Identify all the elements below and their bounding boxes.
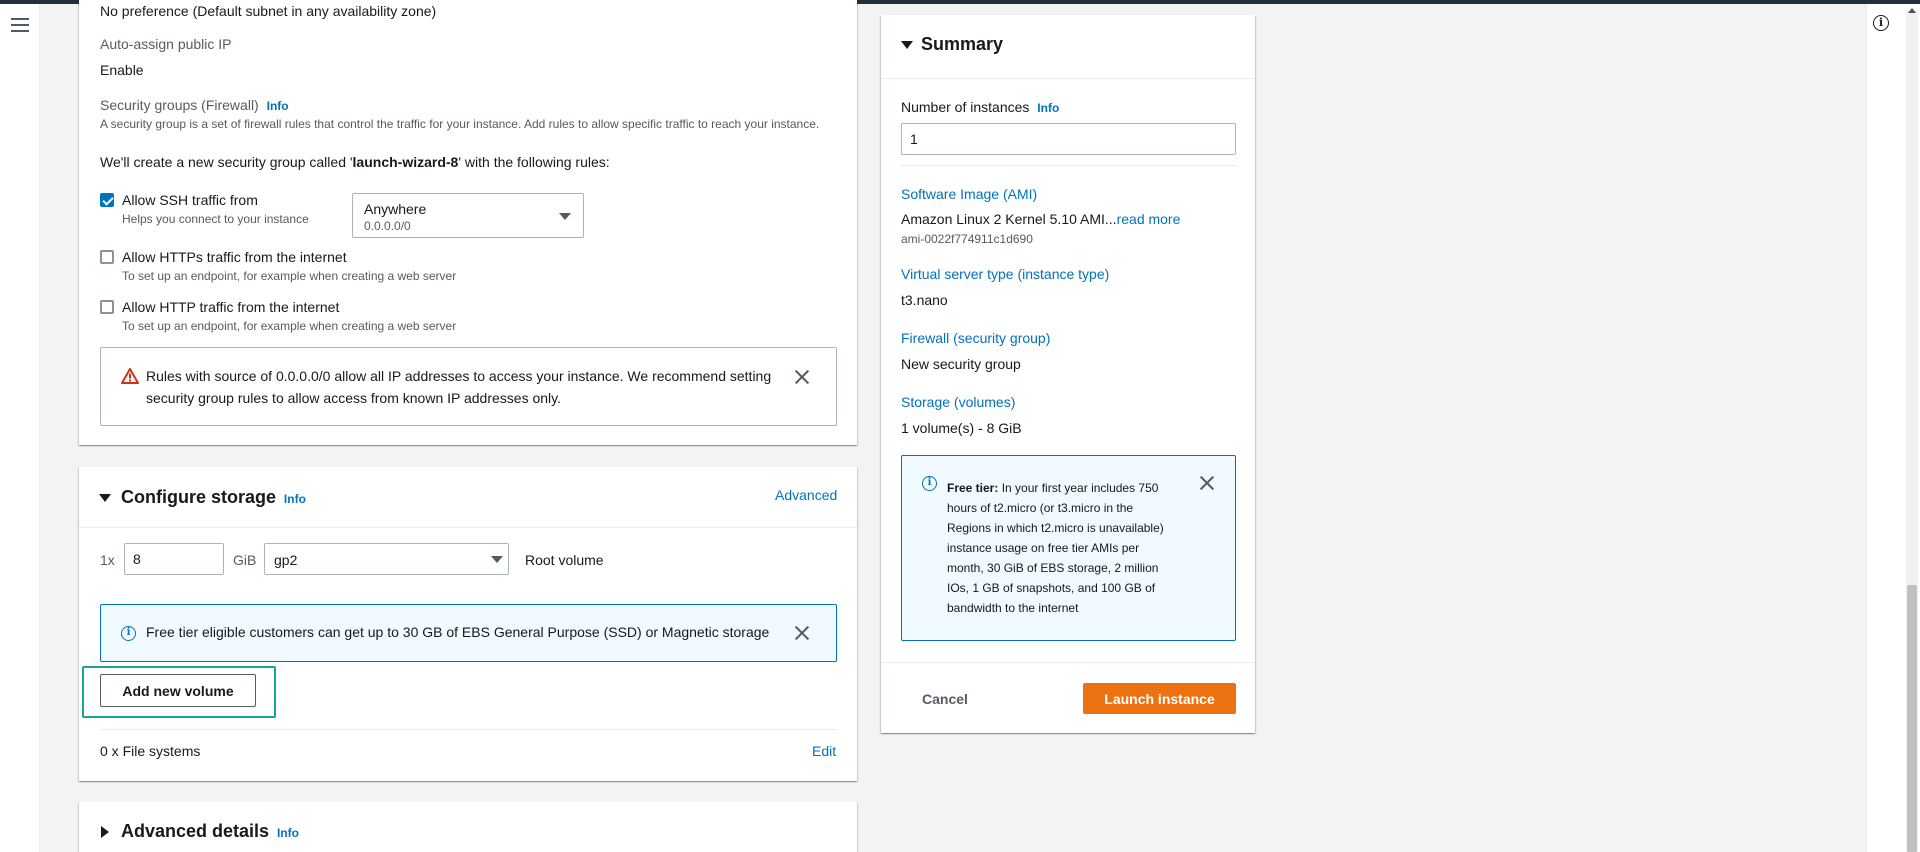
close-icon[interactable]	[795, 626, 809, 640]
free-tier-summary-info: i Free tier: In your first year includes…	[901, 455, 1236, 641]
volume-count-prefix: 1x	[100, 552, 115, 568]
cancel-button[interactable]: Cancel	[922, 691, 968, 707]
sg-description: A security group is a set of firewall ru…	[100, 117, 820, 131]
volume-unit-label: GiB	[233, 552, 257, 568]
chevron-down-icon	[491, 556, 503, 563]
info-icon: i	[121, 626, 136, 641]
volume-size-input[interactable]: 8	[124, 543, 224, 575]
volume-type-select[interactable]: gp2	[264, 543, 509, 575]
ssh-rule-label: Allow SSH traffic from	[122, 192, 258, 208]
storage-header-divider	[79, 527, 857, 528]
instance-type-label[interactable]: Virtual server type (instance type)	[901, 266, 1109, 282]
sg-label-row: Security groups (Firewall) Info	[100, 97, 289, 113]
ssh-source-sub: 0.0.0.0/0	[364, 219, 411, 233]
open-source-warning: Rules with source of 0.0.0.0/0 allow all…	[100, 347, 837, 426]
instances-label: Number of instances	[901, 99, 1030, 115]
http-rule-desc: To set up an endpoint, for example when …	[122, 319, 457, 333]
instances-info-link[interactable]: Info	[1037, 101, 1059, 115]
menu-icon[interactable]	[11, 18, 29, 32]
info-icon: i	[922, 476, 937, 491]
free-tier-heading: Free tier:	[947, 481, 999, 495]
file-systems-edit-link[interactable]: Edit	[812, 743, 836, 759]
advanced-info-link[interactable]: Info	[277, 826, 299, 840]
free-tier-line-7: bandwidth to the internet	[947, 601, 1079, 615]
advanced-title-row[interactable]: Advanced details Info	[121, 821, 299, 842]
scrollbar-thumb[interactable]	[1907, 585, 1917, 852]
summary-header-divider	[881, 78, 1255, 79]
storage-advanced-link[interactable]: Advanced	[775, 487, 837, 503]
instance-type-value: t3.nano	[901, 292, 948, 308]
summary-title: Summary	[921, 34, 1004, 54]
https-checkbox[interactable]	[100, 250, 114, 264]
free-tier-line-3: Regions in which t2.micro is unavailable…	[947, 521, 1164, 535]
ami-id: ami-0022f774911c1d690	[901, 232, 1033, 246]
storage-title-row: Configure storage Info	[121, 487, 306, 508]
http-checkbox[interactable]	[100, 300, 114, 314]
ssh-checkbox[interactable]	[100, 193, 114, 207]
ami-read-more-link[interactable]: read more	[1117, 211, 1181, 227]
free-tier-line-5: month, 30 GiB of EBS storage, 2 million	[947, 561, 1159, 575]
sg-create-prefix: We'll create a new security group called…	[100, 154, 353, 170]
ssh-rule-desc: Helps you connect to your instance	[122, 212, 309, 226]
http-rule-label: Allow HTTP traffic from the internet	[122, 299, 340, 315]
free-tier-storage-info: i Free tier eligible customers can get u…	[100, 604, 837, 662]
storage-info-link[interactable]: Info	[284, 492, 306, 506]
sg-name: launch-wizard-8	[352, 154, 459, 170]
ssh-source-value: Anywhere	[364, 201, 427, 217]
summary-panel: Summary Number of instances Info 1 Softw…	[881, 15, 1255, 733]
ssh-source-select[interactable]: Anywhere 0.0.0.0/0	[352, 193, 584, 238]
free-tier-line-4: instance usage on free tier AMIs per	[947, 541, 1140, 555]
collapse-caret-icon[interactable]	[901, 41, 913, 49]
file-systems-label: 0 x File systems	[100, 743, 201, 759]
root-volume-label: Root volume	[525, 552, 604, 568]
instances-label-row: Number of instances Info	[901, 99, 1059, 115]
ami-value: Amazon Linux 2 Kernel 5.10 AMI...	[901, 211, 1117, 227]
collapse-caret-icon[interactable]	[99, 494, 111, 502]
warning-icon	[121, 368, 139, 384]
info-panel-icon[interactable]: i	[1873, 15, 1889, 31]
firewall-label[interactable]: Firewall (security group)	[901, 330, 1050, 346]
storage-summary-label[interactable]: Storage (volumes)	[901, 394, 1015, 410]
subnet-value: No preference (Default subnet in any ava…	[100, 3, 437, 19]
https-rule-desc: To set up an endpoint, for example when …	[122, 269, 457, 283]
storage-summary-value: 1 volume(s) - 8 GiB	[901, 420, 1022, 436]
free-tier-storage-text: Free tier eligible customers can get up …	[146, 624, 770, 640]
sg-create-suffix: ' with the following rules:	[458, 154, 610, 170]
launch-instance-button[interactable]: Launch instance	[1083, 683, 1236, 714]
sg-info-link[interactable]: Info	[267, 99, 289, 113]
summary-divider-1	[901, 165, 1236, 166]
free-tier-line-6: IOs, 1 GB of snapshots, and 100 GB of	[947, 581, 1156, 595]
free-tier-line-2: hours of t2.micro (or t3.micro in the	[947, 501, 1134, 515]
firewall-value: New security group	[901, 356, 1021, 372]
ami-value-row: Amazon Linux 2 Kernel 5.10 AMI...read mo…	[901, 211, 1180, 227]
advanced-details-panel: Advanced details Info	[79, 802, 857, 852]
storage-title: Configure storage	[121, 487, 277, 507]
free-tier-line-1: In your first year includes 750	[1001, 481, 1159, 495]
close-icon[interactable]	[1200, 476, 1214, 490]
configure-storage-panel: Configure storage Info Advanced 1x 8 GiB…	[79, 467, 857, 781]
auto-assign-label: Auto-assign public IP	[100, 36, 232, 52]
advanced-title: Advanced details	[121, 821, 270, 841]
close-icon[interactable]	[795, 370, 809, 384]
sg-label: Security groups (Firewall)	[100, 97, 259, 113]
scroll-up-arrow-icon[interactable]	[1908, 8, 1916, 13]
add-new-volume-button[interactable]: Add new volume	[100, 674, 256, 707]
network-settings-panel: No preference (Default subnet in any ava…	[79, 0, 857, 445]
https-rule-label: Allow HTTPs traffic from the internet	[122, 249, 347, 265]
warning-text: Rules with source of 0.0.0.0/0 allow all…	[146, 368, 772, 406]
volume-type-value: gp2	[274, 552, 298, 568]
free-tier-summary-text: Free tier: In your first year includes 7…	[947, 478, 1197, 618]
expand-caret-icon[interactable]	[101, 826, 109, 838]
left-nav-rail	[0, 4, 40, 852]
summary-footer-divider	[881, 662, 1255, 663]
instances-input[interactable]: 1	[901, 123, 1236, 155]
ami-label[interactable]: Software Image (AMI)	[901, 186, 1037, 202]
storage-fs-divider	[100, 729, 837, 730]
chevron-down-icon	[559, 213, 571, 220]
auto-assign-value: Enable	[100, 62, 144, 78]
sg-create-text: We'll create a new security group called…	[100, 154, 610, 170]
